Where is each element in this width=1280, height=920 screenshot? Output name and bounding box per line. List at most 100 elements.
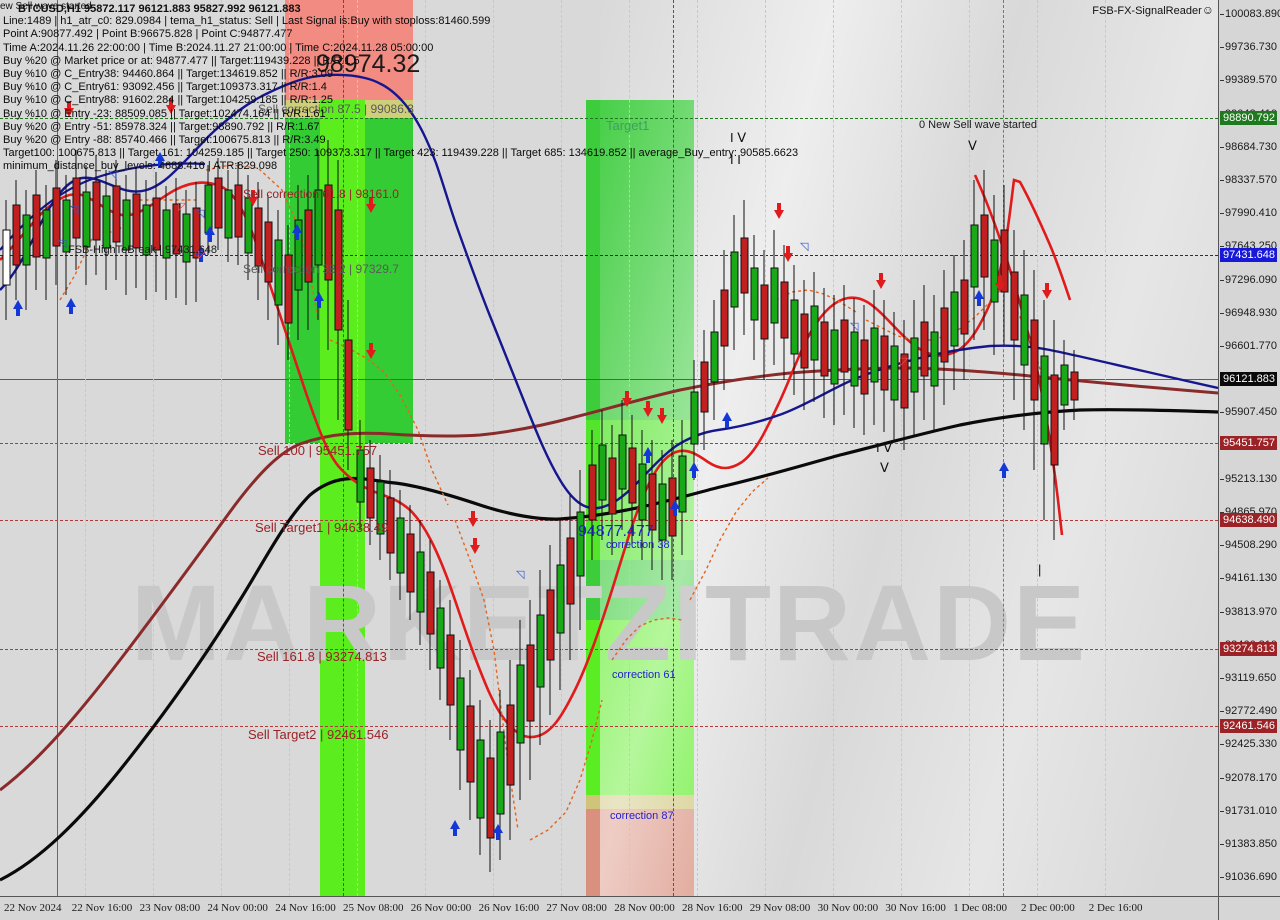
time-tick: 1 Dec 08:00 [953,902,1007,914]
indicator-name-label[interactable]: FSB-FX-SignalReader☺ [1092,3,1214,17]
price-tick: 99736.730 [1220,41,1277,53]
info-line: Time A:2024.11.26 22:00:00 | Time B:2024… [3,41,434,54]
buy-arrow-icon [450,820,460,836]
buy-arrow-icon [670,500,680,516]
wireframe-marker-icon: ◹ [196,208,205,220]
sell-arrow-icon [470,538,480,554]
price-tick: 99389.570 [1220,74,1277,86]
sell-arrow-icon [643,401,653,417]
sell-arrow-icon [366,197,376,213]
chart-plot-area[interactable]: MARKETZITRADE ◹ ◹ ◹ ◸ ◹ ◸ ◹ ◹ ◹ ◸ I Ⅴ I … [0,0,1218,896]
time-tick: 28 Nov 16:00 [682,902,743,914]
time-axis[interactable]: 22 Nov 2024 22 Nov 16:00 23 Nov 08:00 24 No… [0,896,1218,920]
annotation-correction-61: correction 61 [612,669,676,681]
time-tick: 28 Nov 00:00 [614,902,675,914]
signal-info-block: Line:1489 | h1_atr_c0: 829.0984 | tema_h… [3,2,798,173]
time-tick: 2 Dec 16:00 [1088,902,1143,914]
price-tick: 91383.850 [1220,838,1277,850]
chart-window: MARKETZITRADE ◹ ◹ ◹ ◸ ◹ ◸ ◹ ◹ ◹ ◸ I Ⅴ I … [0,0,1280,920]
price-tick: 97296.090 [1220,274,1277,286]
sell-arrow-icon [783,246,793,262]
buy-arrow-icon [643,447,653,463]
buy-arrow-icon [292,224,302,240]
time-tick: 29 Nov 08:00 [749,902,811,914]
annotation-sell-correction-618: Sell correction 61.8 | 98161.0 [243,187,399,201]
wireframe-marker-icon: ◸ [178,201,187,213]
price-badge: 97431.648 [1220,248,1277,262]
buy-arrow-icon [205,226,215,242]
annotation-correction-38: correction 38 [606,539,670,551]
info-line: Buy %10 @ Entry -23: 88509.085 || Target… [3,107,326,120]
wave-mark-v-low: Ⅴ [880,460,889,475]
info-line: Point A:90877.492 | Point B:96675.828 | … [3,28,293,41]
price-badge: 98890.792 [1220,111,1277,125]
wave-mark-v-right: Ⅴ [968,138,977,153]
smiley-icon: ☺ [1201,3,1214,17]
price-tick: 95213.130 [1220,473,1277,485]
candle-group-left [2,150,201,320]
buy-arrow-icon [974,290,984,306]
annotation-sell-1618: Sell 161.8 | 93274.813 [257,649,387,664]
indicator-name-text: FSB-FX-SignalReader [1092,5,1202,17]
price-tick: 98337.570 [1220,174,1277,186]
wireframe-marker-icon: ◹ [58,238,67,250]
price-badge: 93274.813 [1220,642,1277,656]
price-badge: 95451.757 [1220,436,1277,450]
axis-corner [1218,896,1280,920]
price-badge: 96121.883 [1220,372,1277,386]
time-tick: 27 Nov 08:00 [546,902,607,914]
time-tick: 30 Nov 00:00 [817,902,879,914]
price-tick: 91036.690 [1220,871,1277,883]
price-tick: 98684.730 [1220,141,1277,153]
time-tick: 26 Nov 00:00 [410,902,472,914]
price-tick: 92425.330 [1220,738,1277,750]
sell-arrow-icon [1042,283,1052,299]
wireframe-marker-icon: ◹ [850,321,859,333]
time-tick: 22 Nov 2024 [4,902,62,914]
buy-arrow-icon [13,300,23,316]
wave-mark-iv-right: I Ⅴ [876,440,893,455]
annotation-sell-target2: Sell Target2 | 92461.546 [248,727,389,742]
price-tick: 92772.490 [1220,705,1277,717]
info-line: Buy %20 @ Entry -88: 85740.466 || Target… [3,133,326,146]
price-tick: 91731.010 [1220,805,1277,817]
wireframe-marker-icon: ◹ [516,569,525,581]
info-line: Buy %10 @ C_Entry88: 91602.284 || Target… [3,94,333,107]
price-tick: 96601.770 [1220,340,1277,352]
price-tick: 92078.170 [1220,772,1277,784]
time-tick: 30 Nov 16:00 [885,902,946,914]
time-tick: 22 Nov 16:00 [71,902,133,914]
price-badge: 94638.490 [1220,513,1277,527]
sell-arrow-icon [995,276,1005,292]
price-tick: 93813.970 [1220,606,1277,618]
annotation-sell-target1: Sell Target1 | 94638.49 [255,520,389,535]
wireframe-marker-icon: ◹ [70,204,79,216]
price-tick: 94161.130 [1220,572,1277,584]
time-tick: 26 Nov 16:00 [478,902,540,914]
wireframe-marker-icon: ◹ [800,241,809,253]
buy-arrow-icon [493,824,503,840]
candle-group-far-right [1010,230,1079,540]
time-tick: 23 Nov 08:00 [139,902,201,914]
annotation-fsb-high-to-break: FSB-HighToBreak | 97431.648 [68,244,217,256]
price-tick: 100083.890 [1220,8,1280,20]
info-line: Buy %20 @ Market price or at: 94877.477 … [3,54,360,67]
info-line: Buy %10 @ C_Entry61: 93092.456 || Target… [3,81,327,94]
sell-arrow-icon [366,343,376,359]
annotation-sell-correction-382: Sell correction 38.2 | 97329.7 [243,262,399,276]
candle-group-mid [588,400,687,580]
price-axis[interactable]: 100083.89099736.73099389.57099042.410986… [1218,0,1280,916]
info-line: Target100: 100675.813 || Target 161: 104… [3,147,799,160]
annotation-correction-87: correction 87 [610,810,674,822]
candle-group-descent [356,420,585,872]
buy-arrow-icon [999,462,1009,478]
sell-arrow-icon [468,511,478,527]
info-line: Buy %10 @ C_Entry38: 94460.864 || Target… [3,67,333,80]
price-badge: 92461.546 [1220,719,1277,733]
annotation-new-sell-wave: 0 New Sell wave started [919,119,1037,131]
top-left-note: ew Sell wave started [0,1,92,12]
annotation-sell-100: Sell 100 | 95451.757 [258,443,378,458]
sell-arrow-icon [622,391,632,407]
price-tick: 97990.410 [1220,207,1277,219]
buy-arrow-icon [66,298,76,314]
